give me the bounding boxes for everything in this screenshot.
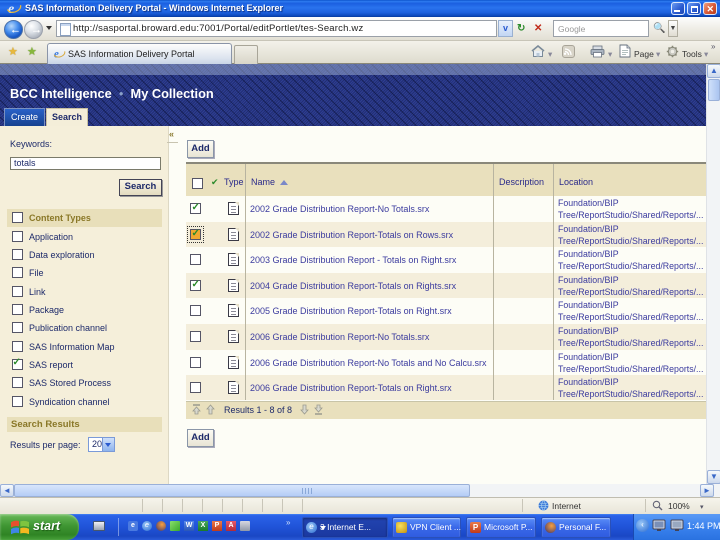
svg-text:e: e — [54, 49, 59, 60]
svg-text:e: e — [8, 2, 14, 16]
